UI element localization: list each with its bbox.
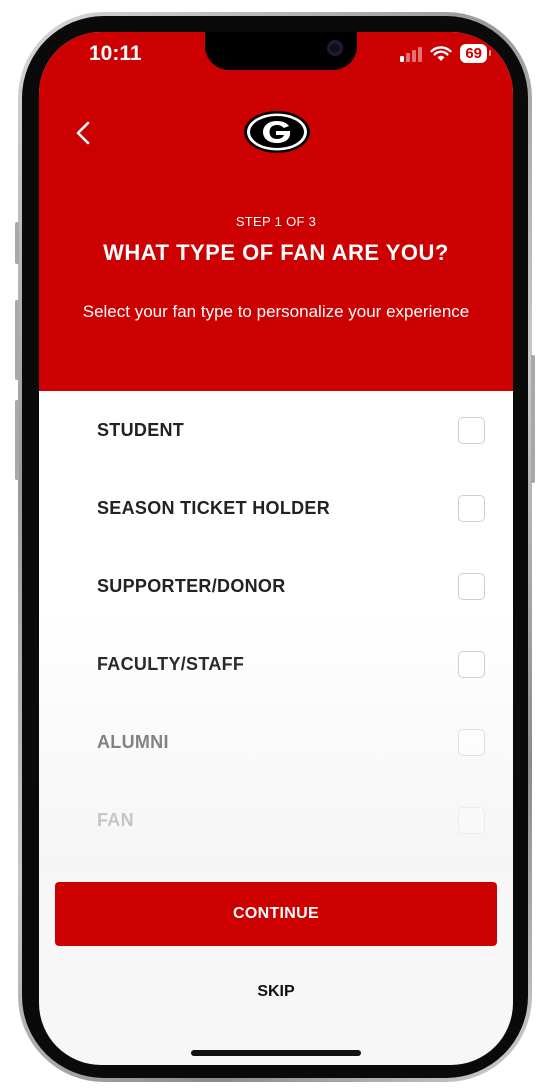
wifi-icon xyxy=(430,45,452,61)
home-indicator xyxy=(191,1050,361,1056)
skip-button[interactable]: SKIP xyxy=(226,978,326,1006)
option-fan[interactable]: FAN xyxy=(39,781,513,859)
option-checkbox[interactable] xyxy=(458,494,485,522)
volume-up-button xyxy=(15,300,19,380)
page-title: WHAT TYPE OF FAN ARE YOU? xyxy=(103,240,449,265)
option-checkbox[interactable] xyxy=(458,806,485,834)
chevron-left-icon xyxy=(76,121,90,145)
option-checkbox[interactable] xyxy=(458,728,485,756)
action-button xyxy=(15,222,19,264)
header: 10:11 69 STEP 1 OF 3 WHAT TYPE OF FAN AR… xyxy=(39,32,513,391)
option-checkbox[interactable] xyxy=(458,572,485,600)
dynamic-island xyxy=(205,32,357,70)
option-label: FAN xyxy=(97,809,134,830)
fan-type-list: STUDENT SEASON TICKET HOLDER SUPPORTER/D… xyxy=(39,391,513,871)
back-button[interactable] xyxy=(69,118,99,148)
app-screen: 10:11 69 STEP 1 OF 3 WHAT TYPE OF FAN AR… xyxy=(39,32,513,1065)
georgia-g-logo xyxy=(244,111,310,153)
battery-icon: 69 xyxy=(460,44,491,63)
option-checkbox[interactable] xyxy=(458,650,485,678)
step-indicator: STEP 1 OF 3 xyxy=(235,214,317,229)
option-supporter-donor[interactable]: SUPPORTER/DONOR xyxy=(39,547,513,625)
option-label: STUDENT xyxy=(97,419,185,440)
option-label: ALUMNI xyxy=(97,731,169,752)
front-camera-icon xyxy=(327,40,343,56)
option-label: SEASON TICKET HOLDER xyxy=(97,497,331,518)
option-alumni[interactable]: ALUMNI xyxy=(39,703,513,781)
status-icons: 69 xyxy=(400,44,491,63)
page-subtitle: Select your fan type to personalize your… xyxy=(82,302,470,321)
option-label: SUPPORTER/DONOR xyxy=(97,575,286,596)
status-time: 10:11 xyxy=(89,42,142,65)
option-faculty-staff[interactable]: FACULTY/STAFF xyxy=(39,625,513,703)
option-student[interactable]: STUDENT xyxy=(39,391,513,469)
option-checkbox[interactable] xyxy=(458,416,485,444)
power-button xyxy=(531,355,535,483)
cellular-signal-icon xyxy=(400,46,423,62)
option-season-ticket-holder[interactable]: SEASON TICKET HOLDER xyxy=(39,469,513,547)
volume-down-button xyxy=(15,400,19,480)
option-label: FACULTY/STAFF xyxy=(97,653,245,674)
continue-button[interactable]: CONTINUE xyxy=(55,882,497,946)
